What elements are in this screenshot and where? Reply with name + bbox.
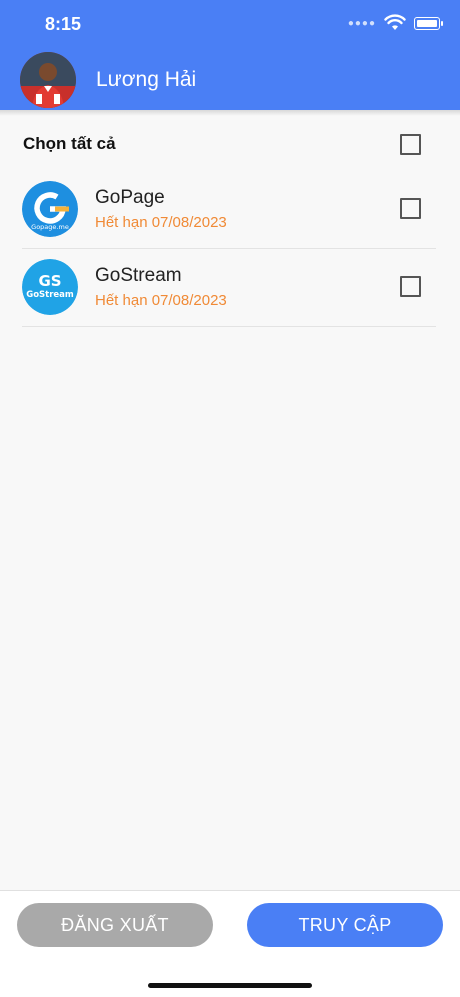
status-time: 8:15 (45, 14, 82, 34)
user-avatar-icon (20, 52, 76, 108)
app-item-gostream[interactable]: GS GoStream GoStream Hết hạn 07/08/2023 (22, 248, 436, 327)
header-shadow (0, 110, 460, 116)
app-item-gopage[interactable]: Gopage.me GoPage Hết hạn 07/08/2023 (22, 170, 436, 249)
app-header: 8:15 ●●●● Lương Hải (0, 0, 460, 110)
app-checkbox-gostream[interactable] (400, 276, 421, 297)
user-name: Lương Hải (96, 68, 197, 91)
app-name: GoStream (95, 265, 182, 286)
status-icons: ●●●● (347, 14, 443, 32)
select-all-checkbox[interactable] (400, 134, 421, 155)
logout-button[interactable]: ĐĂNG XUẤT (17, 903, 213, 947)
app-name: GoPage (95, 187, 165, 208)
wifi-icon (384, 14, 406, 30)
svg-text:GS: GS (38, 272, 61, 290)
signal-icon: ●●●● (347, 17, 376, 29)
battery-icon (414, 16, 443, 30)
gopage-logo-icon: Gopage.me (22, 181, 78, 237)
app-checkbox-gopage[interactable] (400, 198, 421, 219)
avatar[interactable] (20, 52, 76, 108)
home-indicator (148, 983, 312, 988)
gopage-logo-text: Gopage.me (31, 223, 69, 231)
app-expiry: Hết hạn 07/08/2023 (95, 292, 227, 309)
gostream-logo-icon: GS GoStream (22, 259, 78, 315)
select-all-label: Chọn tất cả (23, 134, 116, 153)
access-button[interactable]: TRUY CẬP (247, 903, 443, 947)
bottom-action-bar: ĐĂNG XUẤT TRUY CẬP (0, 890, 460, 997)
app-expiry: Hết hạn 07/08/2023 (95, 214, 227, 231)
gostream-logo-text: GoStream (26, 290, 74, 300)
